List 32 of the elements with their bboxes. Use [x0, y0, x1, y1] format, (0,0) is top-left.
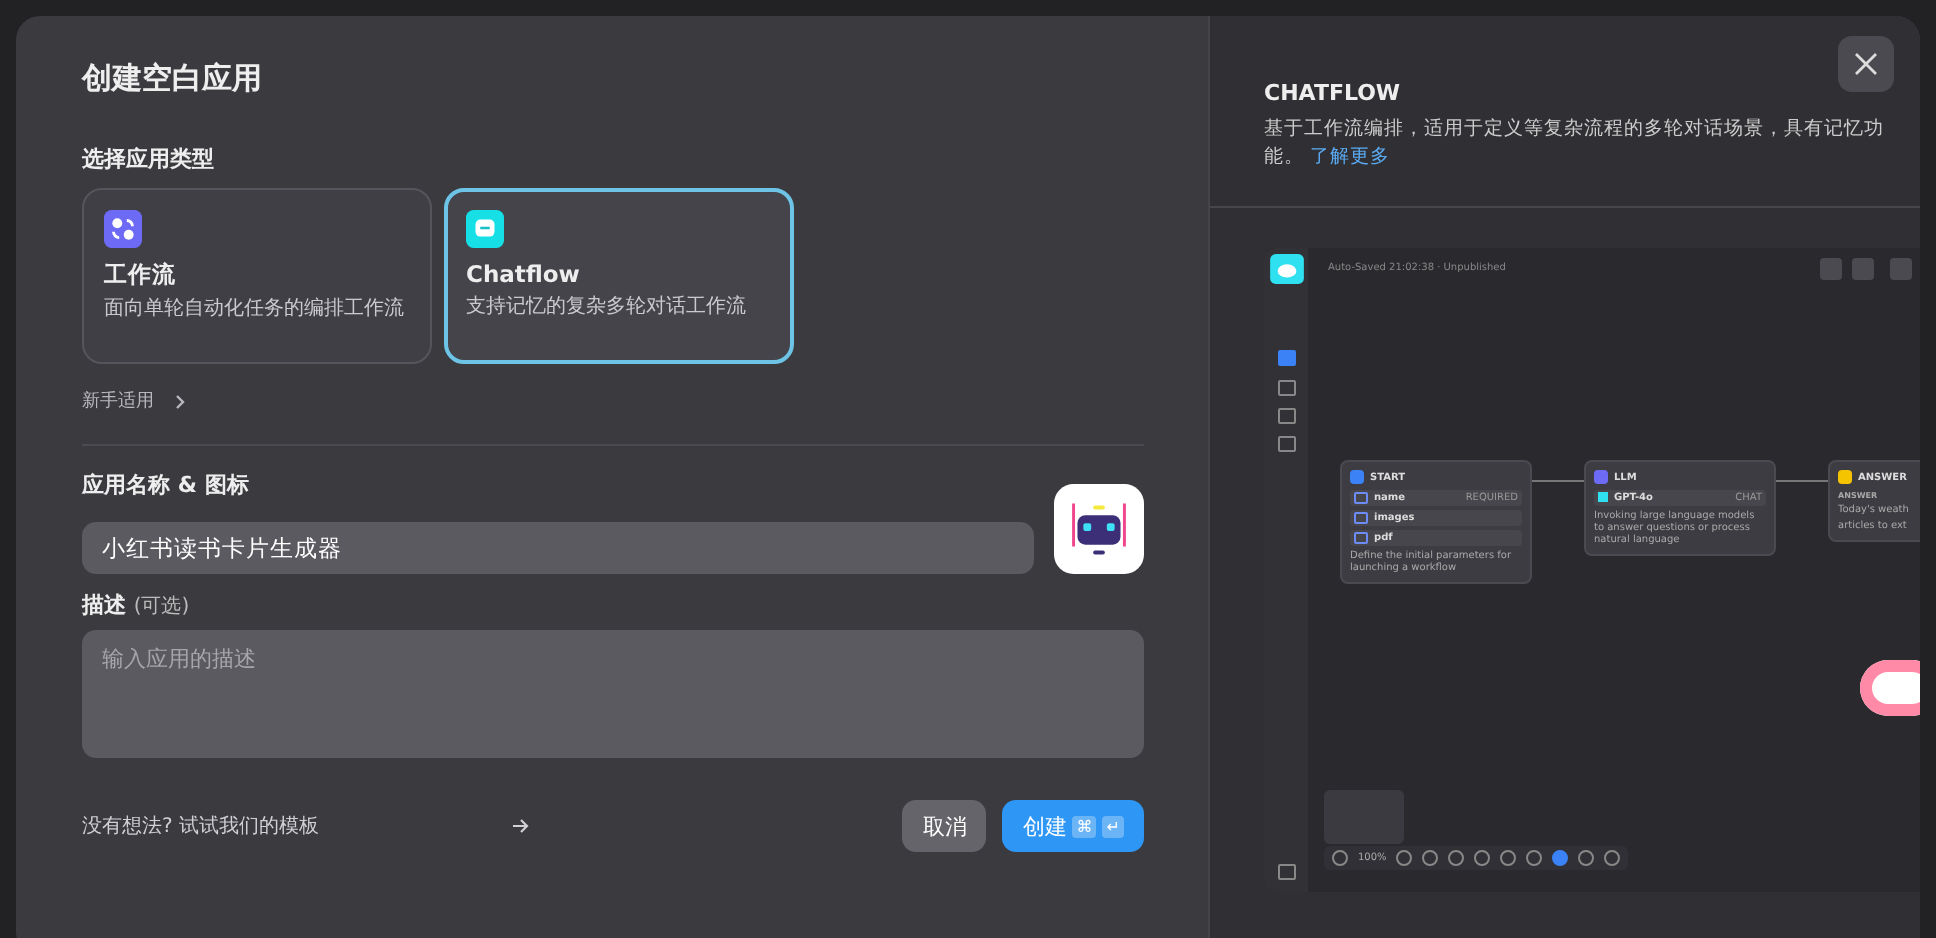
section-label: 选择应用类型 [82, 144, 216, 174]
description-label: 描述 (可选) [82, 590, 192, 620]
cancel-button[interactable]: 取消 [902, 800, 987, 852]
close-icon [1854, 52, 1878, 76]
chat-icon [466, 210, 504, 248]
model-icon [1598, 492, 1608, 502]
learn-more-link[interactable]: 了解更多 [1310, 146, 1391, 168]
app-type-card[interactable]: Chatflow 支持记忆的复杂多轮对话工作流 [444, 188, 794, 364]
sidebar-icon [1278, 864, 1296, 880]
toolbar-icon [1820, 258, 1842, 280]
logo-icon [1270, 254, 1304, 284]
close-button[interactable] [1838, 36, 1894, 92]
workflow-icon [104, 210, 142, 248]
node-icon [1594, 470, 1608, 484]
node-icon [1350, 470, 1364, 484]
robot-icon[interactable] [1054, 484, 1144, 574]
app-name-field[interactable]: 小红书读书卡片生成器 [82, 522, 1034, 574]
description-field[interactable]: 输入应用的描述 [82, 630, 1144, 758]
toolbar-icon [1852, 258, 1874, 280]
shortcut-key: ⌘ [1072, 815, 1097, 837]
preview-description: 基于工作流编排，适用于定义等复杂流程的多轮对话场景，具有记忆功能。 了解更多 [1264, 116, 1884, 172]
shortcut-key: ↵ [1102, 815, 1124, 837]
chevron-right-icon [174, 394, 186, 410]
template-link[interactable]: 没有想法? 试试我们的模板 [82, 812, 319, 840]
beginner-link[interactable]: 新手适用 [82, 388, 154, 414]
toolbar-icon [1890, 258, 1912, 280]
app-type-card[interactable]: 工作流 面向单轮自动化任务的编排工作流 [82, 188, 432, 364]
dialog-title: 创建空白应用 [82, 60, 264, 100]
preview-title: CHATFLOW [1264, 80, 1403, 106]
arrow-right-icon [511, 818, 530, 834]
name-label: 应用名称 & 图标 [82, 470, 251, 500]
node-icon [1838, 470, 1852, 484]
